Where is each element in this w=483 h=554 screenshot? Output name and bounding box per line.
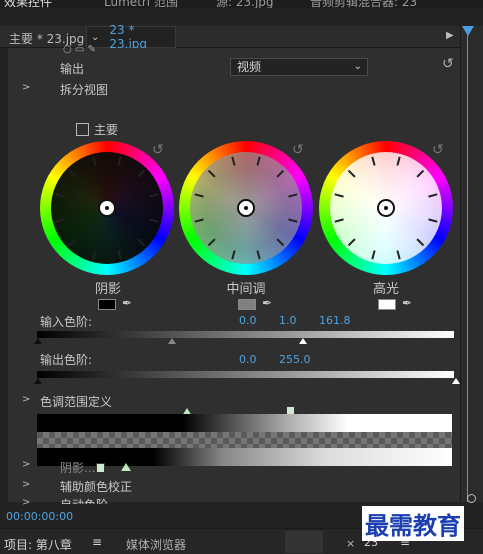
eyedropper-icon[interactable]: ✒ (262, 296, 272, 310)
output-value: 视频 (237, 60, 262, 74)
tonal-handle-bottom-left[interactable] (96, 463, 105, 473)
tab-lumetri-scopes[interactable]: Lumetri 范围 (104, 0, 178, 8)
chevron-right-icon[interactable]: > (22, 82, 30, 93)
tab-audio-mixer[interactable]: 音频剪辑混合器: 23 (310, 0, 417, 8)
shadows-color-wheel[interactable] (40, 141, 174, 275)
highlights-wheel-handle[interactable] (377, 199, 395, 217)
media-browser-tab[interactable]: 媒体浏览器 (126, 536, 186, 553)
secondary-color-correction-label[interactable]: 辅助颜色校正 (60, 478, 132, 495)
chevron-right-icon[interactable]: > (22, 479, 30, 490)
midtones-wheel-handle[interactable] (237, 199, 255, 217)
input-levels-label: 输入色阶: (40, 315, 93, 329)
output-label: 输出 (60, 62, 85, 76)
chevron-down-icon: ⌄ (91, 31, 100, 43)
mini-timeline[interactable] (460, 26, 483, 502)
chevron-right-icon[interactable]: > (22, 394, 30, 405)
tab-effect-controls[interactable]: 效果控件 (4, 0, 52, 8)
partial-icons: ○ ▭ ✎ (63, 44, 96, 55)
play-triangle-icon[interactable]: ▶ (446, 30, 454, 41)
output-white-handle[interactable] (452, 378, 460, 384)
sequence-clip-dropdown[interactable]: ⌄ 23 * 23.jpg (86, 23, 176, 51)
input-levels-gradient (37, 331, 454, 338)
input-black-value[interactable]: 0.0 (239, 314, 257, 327)
midtones-color-wheel[interactable] (179, 141, 313, 275)
play-button[interactable] (285, 531, 323, 553)
eyedropper-icon[interactable]: ✒ (402, 296, 412, 310)
shadows-reset-icon[interactable]: ↺ (152, 142, 164, 158)
section-label[interactable]: 阴影... (60, 459, 95, 476)
output-levels-gradient (37, 371, 454, 378)
sequence-clip-label: 23 * 23.jpg (109, 23, 148, 51)
shadows-label: 阴影 (94, 282, 121, 297)
highlights-label: 高光 (372, 282, 399, 297)
midtones-swatch[interactable] (238, 299, 256, 310)
project-tab[interactable]: 项目: 第八章 (4, 536, 72, 553)
midtones-reset-icon[interactable]: ↺ (292, 142, 304, 158)
shadows-swatch[interactable] (98, 299, 116, 310)
hamburger-menu-icon[interactable]: ≡ (92, 535, 102, 549)
chevron-right-icon[interactable]: > (22, 459, 30, 470)
timecode[interactable]: 00:00:00:00 (6, 510, 73, 523)
tab-source[interactable]: 源: 23.jpg (216, 0, 274, 8)
output-black-value[interactable]: 0.0 (239, 353, 257, 366)
scroll-handle[interactable] (467, 494, 476, 503)
chevron-right-icon[interactable]: > (22, 497, 30, 508)
tonal-handle-bottom-right[interactable] (121, 463, 131, 471)
input-black-handle[interactable] (34, 338, 42, 344)
master-checkbox[interactable] (76, 123, 89, 136)
output-select[interactable]: 视频 ⌄ (230, 58, 368, 76)
shadows-wheel-handle[interactable] (98, 199, 116, 217)
highlights-reset-icon[interactable]: ↺ (432, 142, 444, 158)
input-white-handle[interactable] (299, 338, 307, 344)
highlights-color-wheel[interactable] (319, 141, 453, 275)
playhead-marker[interactable] (462, 26, 474, 36)
input-gamma-value[interactable]: 1.0 (279, 314, 297, 327)
input-white-value[interactable]: 161.8 (319, 314, 351, 327)
chevron-down-icon: ⌄ (353, 61, 362, 72)
midtones-label: 中间调 (226, 282, 266, 297)
playhead-line (467, 34, 468, 502)
auto-levels-label[interactable]: 自动色阶 (60, 496, 108, 504)
split-view-label[interactable]: 拆分视图 (60, 81, 108, 98)
tonal-range-label[interactable]: 色调范围定义 (40, 393, 112, 410)
master-checkbox-label: 主要 (94, 123, 119, 137)
eyedropper-icon[interactable]: ✒ (122, 296, 132, 310)
output-levels-label: 输出色阶: (40, 353, 93, 367)
watermark-logo: 最需教育 (362, 506, 464, 541)
input-gamma-handle[interactable] (168, 338, 176, 344)
highlights-swatch[interactable] (378, 299, 396, 310)
close-icon[interactable]: × (346, 537, 355, 550)
output-white-value[interactable]: 255.0 (279, 353, 311, 366)
output-black-handle[interactable] (34, 378, 42, 384)
panel-tab-bar: 效果控件 Lumetri 范围 源: 23.jpg 音频剪辑混合器: 23 (0, 0, 483, 8)
tonal-range-preview (37, 414, 452, 466)
reset-icon[interactable]: ↺ (442, 56, 454, 72)
